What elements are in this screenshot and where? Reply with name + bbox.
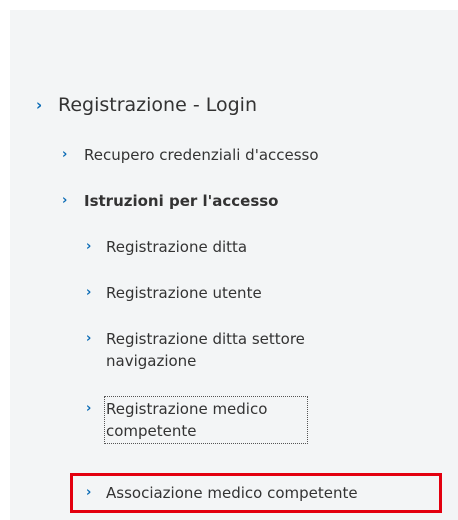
highlight-box: [70, 473, 442, 513]
nav-item-registrazione-medico-competente[interactable]: › Registrazione medico competente: [86, 396, 376, 444]
nav-item-label: Registrazione medico competente: [104, 396, 308, 444]
nav-item-label: Recupero credenziali d'accesso: [84, 146, 319, 164]
chevron-right-icon: ›: [36, 96, 43, 114]
nav-item-label: Istruzioni per l'accesso: [84, 192, 279, 210]
chevron-right-icon: ›: [86, 331, 92, 346]
nav-item-registrazione-login[interactable]: › Registrazione - Login: [36, 92, 257, 118]
nav-item-label: Registrazione ditta settore navigazione: [106, 330, 305, 370]
nav-item-registrazione-utente[interactable]: › Registrazione utente: [86, 282, 376, 304]
nav-item-istruzioni-accesso[interactable]: › Istruzioni per l'accesso: [62, 190, 278, 212]
nav-item-registrazione-ditta-navigazione[interactable]: › Registrazione ditta settore navigazion…: [86, 328, 376, 372]
chevron-right-icon: ›: [86, 401, 92, 416]
nav-item-recupero-credenziali[interactable]: › Recupero credenziali d'accesso: [62, 144, 319, 166]
nav-item-registrazione-ditta[interactable]: › Registrazione ditta: [86, 236, 376, 258]
chevron-right-icon: ›: [62, 193, 68, 208]
chevron-right-icon: ›: [86, 239, 92, 254]
sidebar-panel: [10, 10, 458, 520]
nav-item-label: Registrazione ditta: [106, 238, 248, 256]
chevron-right-icon: ›: [86, 285, 92, 300]
nav-item-label: Registrazione - Login: [58, 94, 257, 116]
chevron-right-icon: ›: [62, 147, 68, 162]
nav-item-label: Registrazione utente: [106, 284, 262, 302]
